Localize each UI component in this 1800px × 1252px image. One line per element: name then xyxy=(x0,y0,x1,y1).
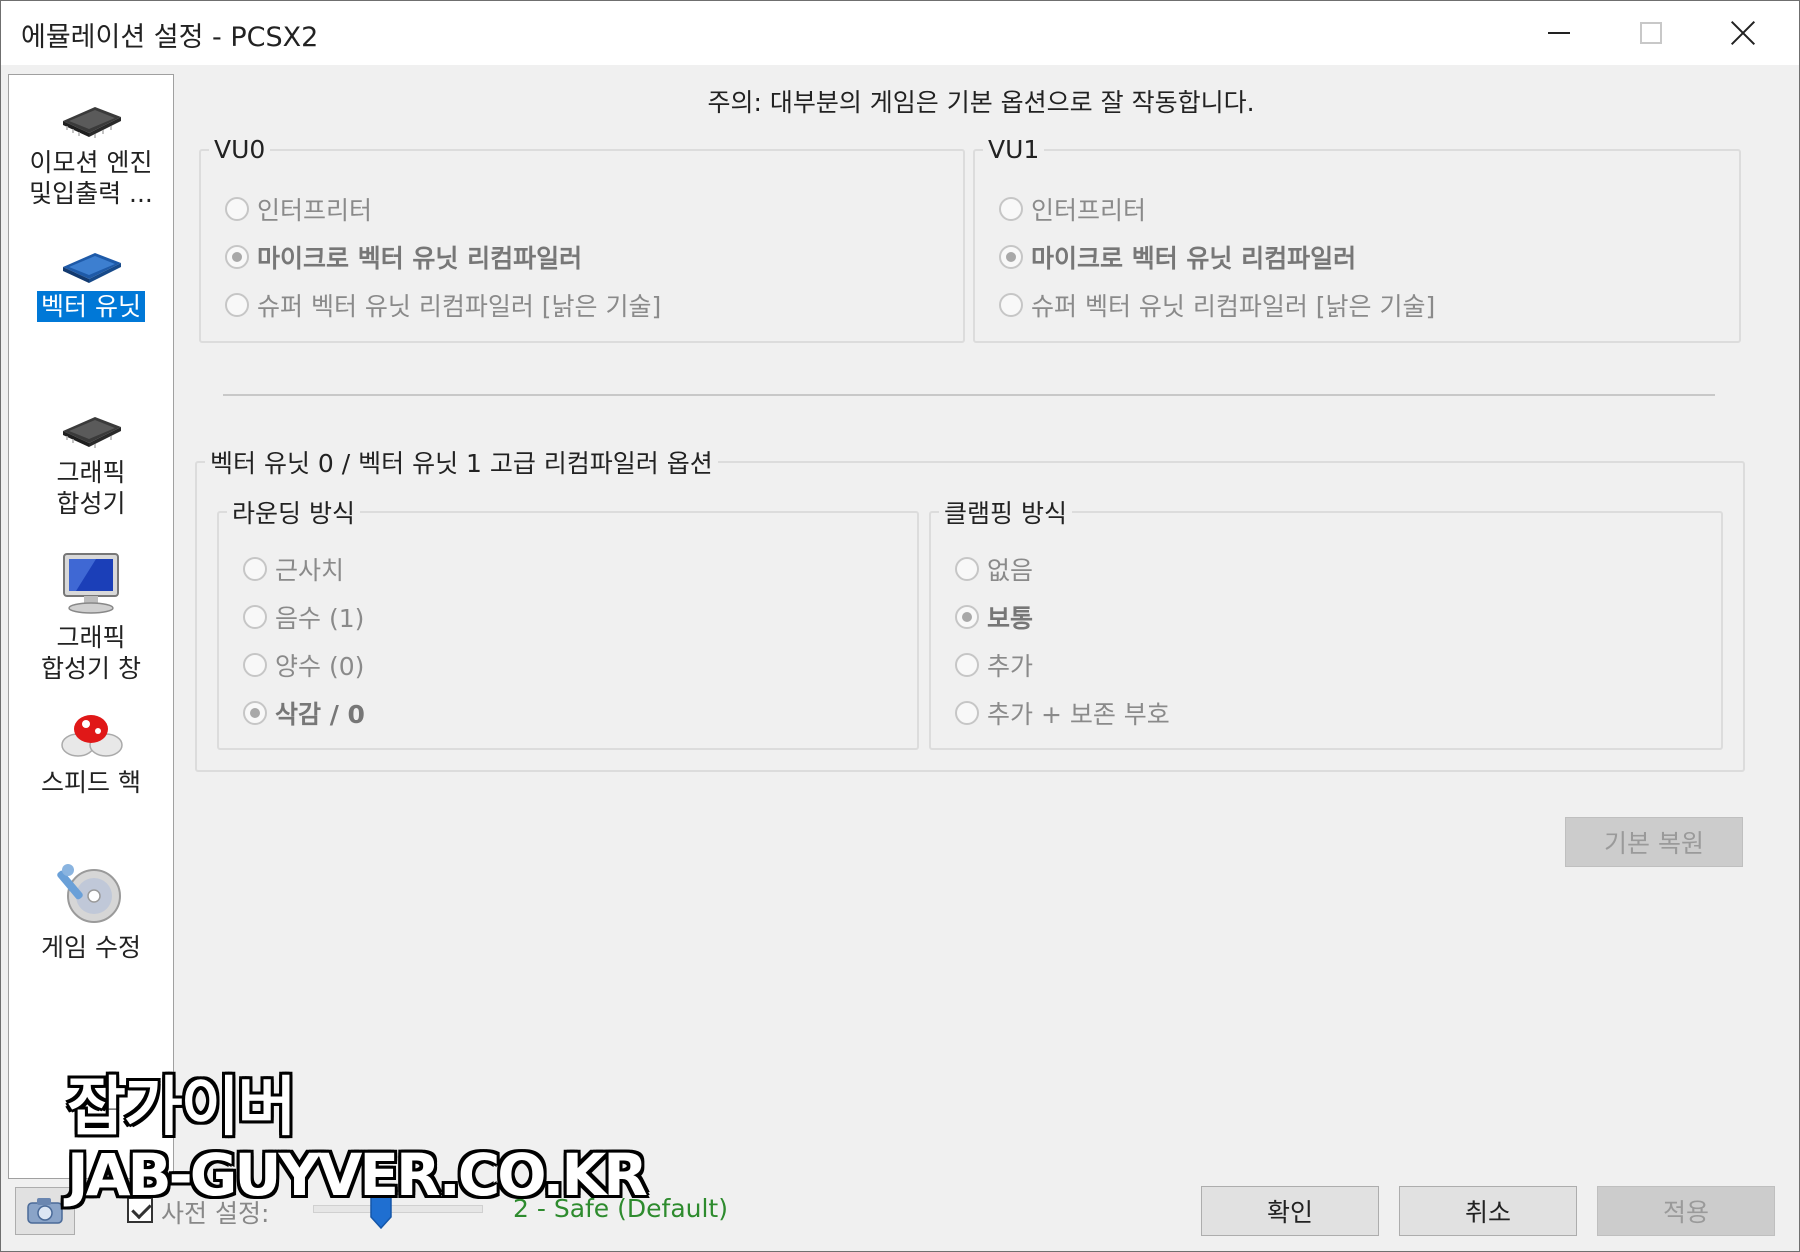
mushroom-icon xyxy=(61,715,123,757)
radio-button[interactable] xyxy=(243,557,267,581)
rounding-option-chop-zero[interactable]: 삭감 / 0 xyxy=(243,695,365,731)
cancel-button[interactable]: 취소 xyxy=(1399,1186,1577,1236)
radio-button[interactable] xyxy=(999,197,1023,221)
sidebar-item-label: 이모션 엔진 xyxy=(29,148,153,177)
sidebar-item-emotion-engine[interactable]: 이모션 엔진 및입출력 ... xyxy=(9,95,173,209)
radio-label: 추가 xyxy=(987,652,1034,681)
sidebar-item-label: 합성기 창 xyxy=(41,654,141,683)
close-icon xyxy=(1730,20,1756,46)
radio-label: 슈퍼 벡터 유닛 리컴파일러 [낡은 기술] xyxy=(1031,292,1436,321)
radio-label: 보통 xyxy=(987,604,1034,633)
radio-label: 삭감 / 0 xyxy=(275,700,365,729)
radio-button[interactable] xyxy=(225,197,249,221)
vu1-legend: VU1 xyxy=(988,135,1040,164)
disc-wrench-icon xyxy=(57,864,121,923)
radio-label: 인터프리터 xyxy=(257,196,373,225)
sidebar-item-label: 및입출력 ... xyxy=(29,179,153,208)
radio-button[interactable] xyxy=(999,293,1023,317)
radio-button[interactable] xyxy=(243,701,267,725)
clamping-legend: 클램핑 방식 xyxy=(944,499,1067,528)
watermark-title: 잡가이버 xyxy=(67,1071,297,1145)
vu1-option-supervu[interactable]: 슈퍼 벡터 유닛 리컴파일러 [낡은 기술] xyxy=(999,287,1435,323)
clamping-option-extra-sign[interactable]: 추가 + 보존 부호 xyxy=(955,695,1170,731)
sidebar-item-speed-hacks[interactable]: 스피드 핵 xyxy=(9,707,173,798)
radio-button[interactable] xyxy=(955,701,979,725)
rounding-option-nearest[interactable]: 근사치 xyxy=(243,551,344,587)
radio-label: 추가 + 보존 부호 xyxy=(987,700,1170,729)
maximize-button xyxy=(1605,1,1697,65)
radio-label: 근사치 xyxy=(275,556,345,585)
rounding-option-positive[interactable]: 양수 (0) xyxy=(243,647,364,683)
sidebar-item-label: 스피드 핵 xyxy=(41,768,141,797)
radio-label: 마이크로 벡터 유닛 리컴파일러 xyxy=(1031,244,1357,273)
vu0-option-supervu[interactable]: 슈퍼 벡터 유닛 리컴파일러 [낡은 기술] xyxy=(225,287,661,323)
radio-label: 없음 xyxy=(987,556,1034,585)
vu1-option-microvu[interactable]: 마이크로 벡터 유닛 리컴파일러 xyxy=(999,239,1356,275)
minimize-icon xyxy=(1548,32,1570,34)
title-bar: 에뮬레이션 설정 - PCSX2 xyxy=(1,1,1799,65)
sidebar-item-label: 그래픽 xyxy=(56,458,126,487)
close-button[interactable] xyxy=(1697,1,1789,65)
radio-button[interactable] xyxy=(243,605,267,629)
radio-button[interactable] xyxy=(955,653,979,677)
radio-label: 슈퍼 벡터 유닛 리컴파일러 [낡은 기술] xyxy=(257,292,662,321)
minimize-button[interactable] xyxy=(1513,1,1605,65)
radio-button[interactable] xyxy=(955,557,979,581)
sidebar-item-label: 게임 수정 xyxy=(41,933,141,962)
settings-category-list: 이모션 엔진 및입출력 ... 벡터 유닛 그래픽 합성기 그래픽 합성기 창 … xyxy=(8,74,174,1179)
clamping-option-extra[interactable]: 추가 xyxy=(955,647,1033,683)
chip-icon xyxy=(63,417,121,448)
chip-blue-icon xyxy=(63,253,121,283)
maximize-icon xyxy=(1640,22,1662,44)
radio-label: 인터프리터 xyxy=(1031,196,1147,225)
window-title: 에뮬레이션 설정 - PCSX2 xyxy=(21,22,319,53)
sidebar-item-label: 합성기 xyxy=(56,489,126,518)
separator-line xyxy=(223,394,1715,396)
watermark-url: JAB-GUYVER.CO.KR xyxy=(67,1141,648,1209)
radio-label: 음수 (1) xyxy=(275,604,365,633)
settings-window: 에뮬레이션 설정 - PCSX2 이모션 엔진 및입출력 ... 벡터 유닛 그… xyxy=(0,0,1800,1252)
sidebar-item-label: 그래픽 xyxy=(56,623,126,652)
radio-button[interactable] xyxy=(999,245,1023,269)
clamping-option-normal[interactable]: 보통 xyxy=(955,599,1033,635)
radio-button[interactable] xyxy=(243,653,267,677)
monitor-icon xyxy=(63,553,119,614)
vu0-legend: VU0 xyxy=(214,135,266,164)
radio-button[interactable] xyxy=(225,245,249,269)
rounding-option-negative[interactable]: 음수 (1) xyxy=(243,599,364,635)
restore-default-button[interactable]: 기본 복원 xyxy=(1565,817,1743,867)
screenshot-button[interactable] xyxy=(15,1187,75,1235)
rounding-legend: 라운딩 방식 xyxy=(232,499,355,528)
radio-label: 양수 (0) xyxy=(275,652,365,681)
chip-icon xyxy=(63,107,121,138)
radio-label: 마이크로 벡터 유닛 리컴파일러 xyxy=(257,244,583,273)
notice-text: 주의: 대부분의 게임은 기본 옵션으로 잘 작동합니다. xyxy=(707,88,1255,117)
radio-button[interactable] xyxy=(955,605,979,629)
camera-icon xyxy=(27,1198,63,1224)
sidebar-item-graphics-synthesizer[interactable]: 그래픽 합성기 xyxy=(9,405,173,519)
radio-button[interactable] xyxy=(225,293,249,317)
apply-button[interactable]: 적용 xyxy=(1597,1186,1775,1236)
advanced-legend: 벡터 유닛 0 / 벡터 유닛 1 고급 리컴파일러 옵션 xyxy=(210,449,713,478)
ok-button[interactable]: 확인 xyxy=(1201,1186,1379,1236)
vu0-option-interpreter[interactable]: 인터프리터 xyxy=(225,191,372,227)
sidebar-item-vector-unit[interactable]: 벡터 유닛 xyxy=(9,245,173,322)
sidebar-item-label: 벡터 유닛 xyxy=(37,291,145,322)
clamping-option-none[interactable]: 없음 xyxy=(955,551,1033,587)
vu0-option-microvu[interactable]: 마이크로 벡터 유닛 리컴파일러 xyxy=(225,239,582,275)
sidebar-item-graphics-window[interactable]: 그래픽 합성기 창 xyxy=(9,550,173,684)
vu1-option-interpreter[interactable]: 인터프리터 xyxy=(999,191,1146,227)
sidebar-item-game-fixes[interactable]: 게임 수정 xyxy=(9,860,173,963)
